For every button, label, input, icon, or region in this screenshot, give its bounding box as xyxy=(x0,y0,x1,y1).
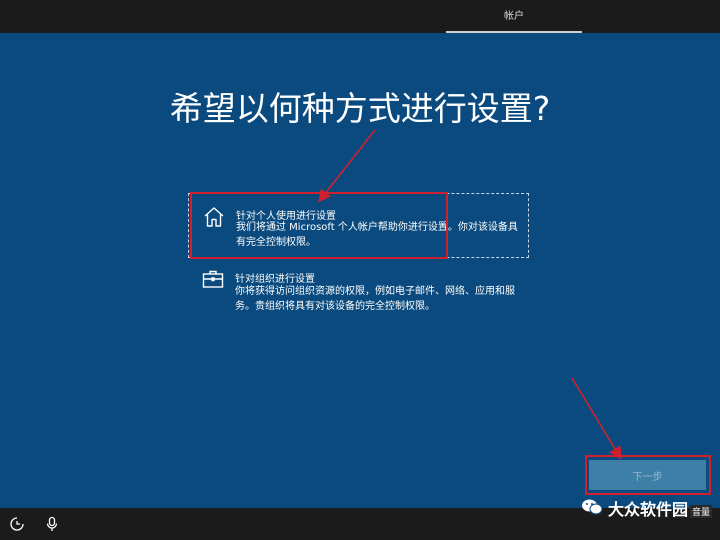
personal-use-description: 我们将通过 Microsoft 个人帐户帮助你进行设置。你对该设备具有完全控制权… xyxy=(236,222,518,248)
tab-account[interactable]: 帐户 xyxy=(446,0,582,33)
home-icon xyxy=(204,207,224,227)
annotation-arrow-option xyxy=(318,129,376,203)
volume-label: 音量 xyxy=(690,505,713,518)
accessibility-icon[interactable] xyxy=(9,516,25,532)
annotation-arrow-next xyxy=(571,377,622,460)
organization-description: 你将获得访问组织资源的权限，例如电子邮件、网络、应用和服务。贵组织将具有对该设备… xyxy=(235,286,515,312)
next-button[interactable]: 下一步 xyxy=(589,460,706,490)
personal-use-option[interactable]: 针对个人使用进行设置 我们将通过 Microsoft 个人帐户帮助你进行设置。你… xyxy=(188,193,529,258)
briefcase-icon xyxy=(202,270,224,288)
wechat-logo-icon xyxy=(582,499,603,515)
organization-option[interactable]: 针对组织进行设置 你将获得访问组织资源的权限，例如电子邮件、网络、应用和服务。贵… xyxy=(188,263,529,318)
microphone-icon[interactable] xyxy=(44,516,60,532)
watermark-text: 大众软件园 xyxy=(608,500,689,519)
page-title: 希望以何种方式进行设置? xyxy=(169,89,551,128)
top-bar: 帐户 xyxy=(0,0,720,33)
organization-title: 针对组织进行设置 xyxy=(235,274,315,285)
